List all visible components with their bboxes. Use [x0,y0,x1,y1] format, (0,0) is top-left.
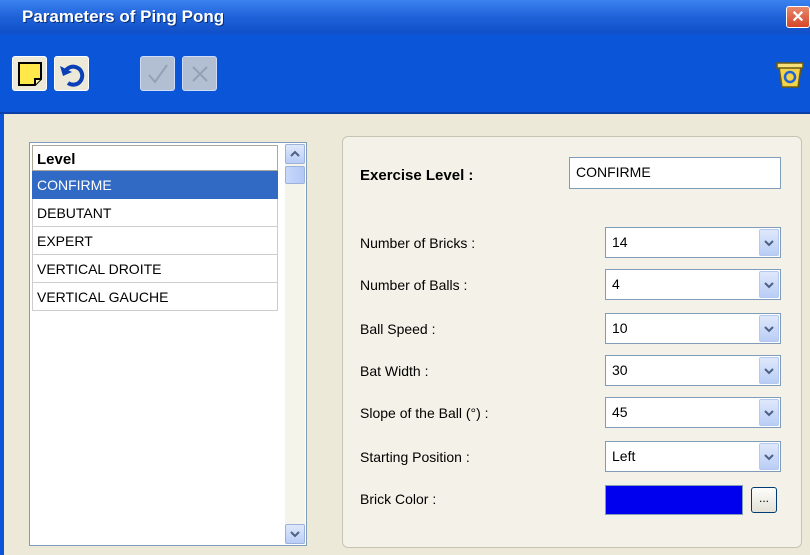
window-title: Parameters of Ping Pong [22,7,225,26]
level-list[interactable]: Level CONFIRME DEBUTANT EXPERT VERTICAL … [29,142,307,546]
bricks-select[interactable]: 14 [605,227,781,258]
close-button[interactable]: ✕ [786,6,810,28]
bat-width-label: Bat Width : [360,363,429,379]
dropdown-button[interactable] [759,229,779,256]
new-note-icon [17,61,42,86]
chevron-down-icon [764,281,774,288]
exercise-level-field[interactable]: CONFIRME [569,157,781,189]
balls-label: Number of Balls : [360,277,468,293]
exercise-level-label: Exercise Level : [360,167,474,184]
new-button[interactable] [12,56,47,91]
chevron-down-icon [764,409,774,416]
dropdown-button[interactable] [759,271,779,298]
cancel-button[interactable] [182,56,217,91]
check-icon [147,63,168,84]
scroll-down-button[interactable] [285,524,305,544]
dropdown-button[interactable] [759,443,779,470]
recycle-bin-icon [775,61,804,88]
chevron-down-icon [764,239,774,246]
list-item[interactable]: EXPERT [32,227,278,255]
level-list-header: Level [32,145,278,171]
recycle-bin-button[interactable] [772,56,807,91]
color-picker-button[interactable]: ... [751,487,777,513]
vertical-scrollbar[interactable] [285,144,305,544]
toolbar [0,34,810,114]
chevron-down-icon [764,367,774,374]
starting-position-value: Left [612,448,636,464]
list-item[interactable]: CONFIRME [32,171,278,199]
chevron-down-icon [764,453,774,460]
list-item[interactable]: VERTICAL GAUCHE [32,283,278,311]
bricks-value: 14 [612,234,628,250]
dropdown-button[interactable] [759,357,779,384]
scroll-up-button[interactable] [285,144,305,164]
brick-color-label: Brick Color : [360,491,437,507]
brick-color-swatch [605,485,743,515]
parameters-dialog: Parameters of Ping Pong ✕ Level CONFIRME… [0,0,810,555]
undo-button[interactable] [54,56,89,91]
slope-value: 45 [612,404,628,420]
chevron-down-icon [764,325,774,332]
slope-select[interactable]: 45 [605,397,781,428]
bat-width-select[interactable]: 30 [605,355,781,386]
slope-label: Slope of the Ball (°) : [360,405,489,421]
dropdown-button[interactable] [759,399,779,426]
ball-speed-select[interactable]: 10 [605,313,781,344]
starting-position-select[interactable]: Left [605,441,781,472]
ball-speed-value: 10 [612,320,628,336]
bricks-label: Number of Bricks : [360,235,476,251]
main-area: Level CONFIRME DEBUTANT EXPERT VERTICAL … [4,116,810,555]
dropdown-button[interactable] [759,315,779,342]
parameters-panel: Exercise Level : CONFIRME Number of Bric… [342,136,802,548]
list-item[interactable]: DEBUTANT [32,199,278,227]
balls-value: 4 [612,276,620,292]
cancel-icon [191,65,208,82]
starting-position-label: Starting Position : [360,449,470,465]
ball-speed-label: Ball Speed : [360,321,436,337]
bat-width-value: 30 [612,362,628,378]
validate-button[interactable] [140,56,175,91]
list-item[interactable]: VERTICAL DROITE [32,255,278,283]
chevron-up-icon [290,150,300,157]
close-icon: ✕ [791,9,805,26]
chevron-down-icon [290,531,300,538]
scroll-thumb[interactable] [285,166,305,184]
balls-select[interactable]: 4 [605,269,781,300]
undo-icon [59,64,84,87]
title-bar[interactable]: Parameters of Ping Pong ✕ [0,0,810,34]
